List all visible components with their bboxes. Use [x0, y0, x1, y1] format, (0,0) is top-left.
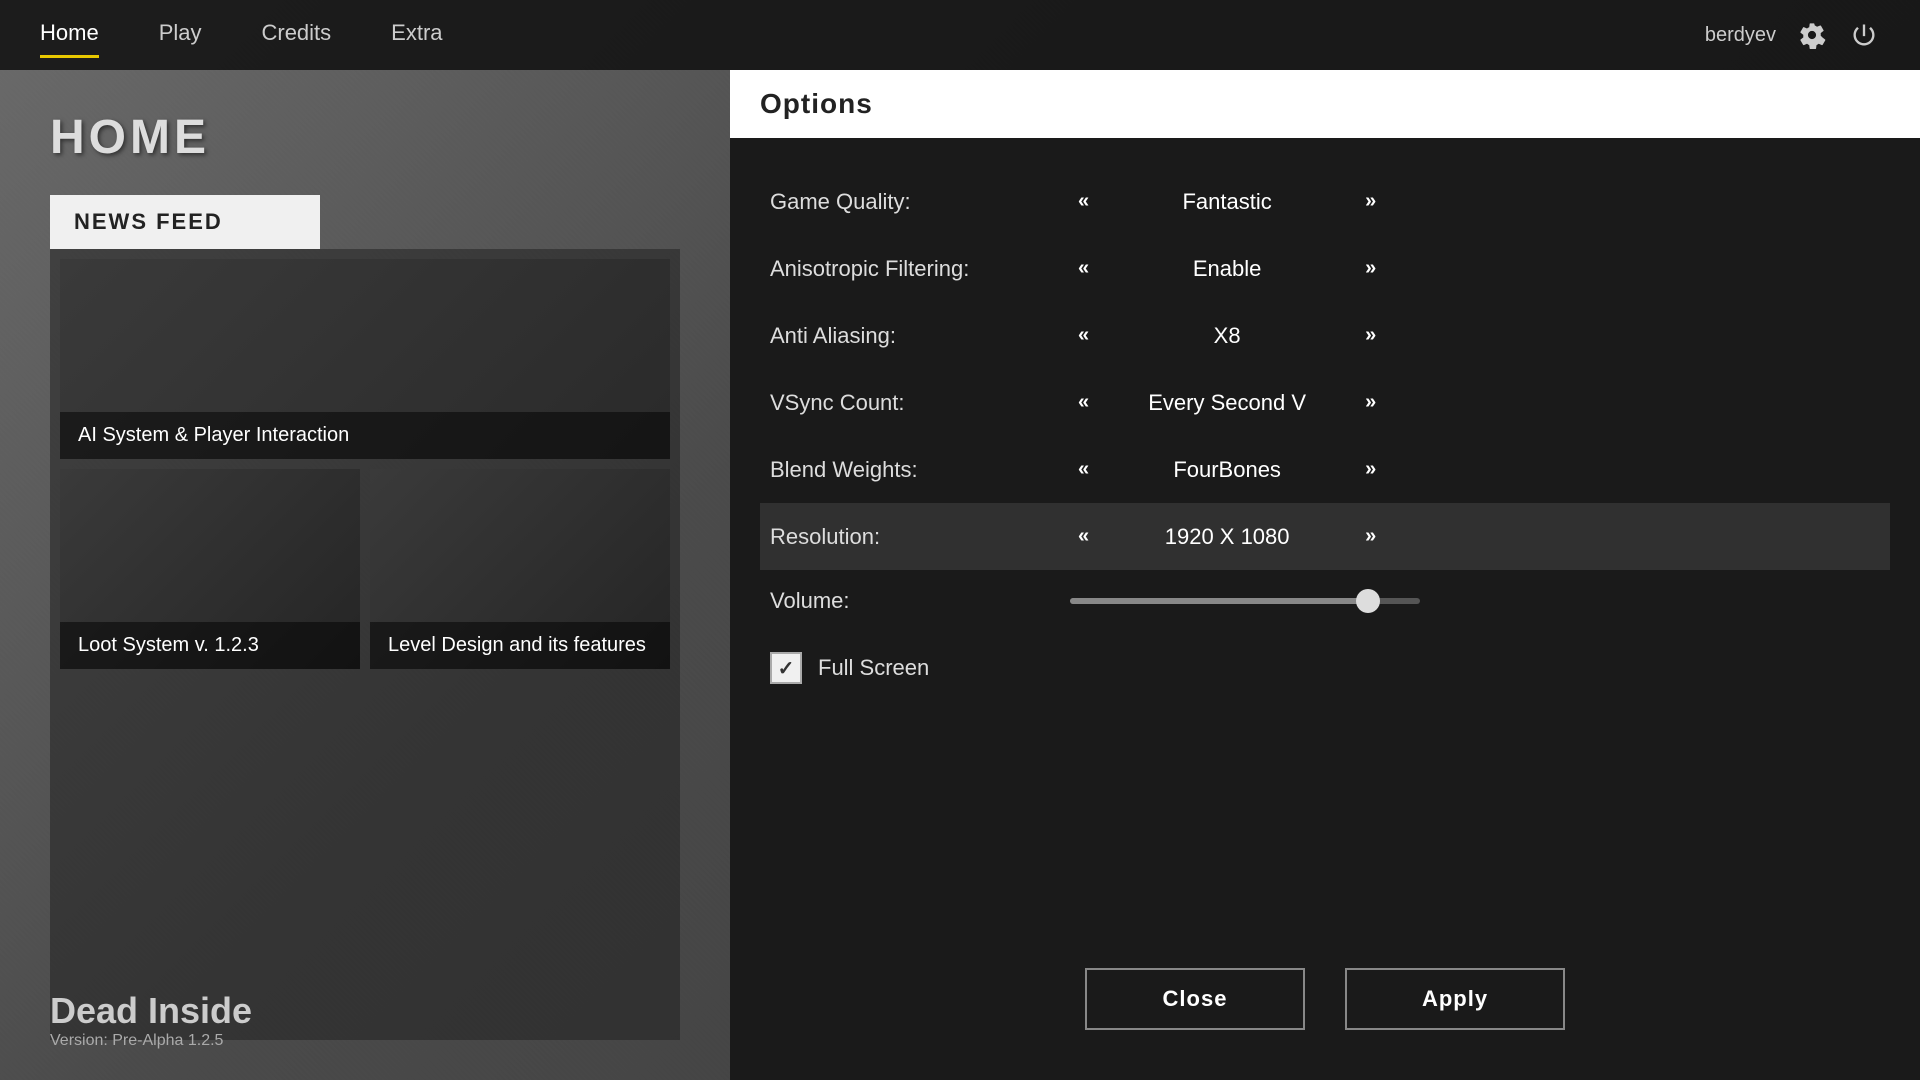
arrow-left-game-quality[interactable]: «: [1070, 186, 1097, 217]
fullscreen-row: ✓ Full Screen: [770, 632, 1880, 704]
option-control-vsync: « Every Second V »: [1070, 387, 1880, 418]
option-label-resolution: Resolution:: [770, 524, 1070, 550]
game-version: Version: Pre-Alpha 1.2.5: [50, 1032, 252, 1050]
arrow-left-vsync[interactable]: «: [1070, 387, 1097, 418]
news-items-row: Loot System v. 1.2.3 Level Design and it…: [60, 469, 670, 669]
option-control-game-quality: « Fantastic »: [1070, 186, 1880, 217]
option-value-anisotropic: Enable: [1127, 256, 1327, 282]
option-value-blend-weights: FourBones: [1127, 457, 1327, 483]
option-label-anti-aliasing: Anti Aliasing:: [770, 323, 1070, 349]
options-footer: Close Apply: [730, 938, 1920, 1080]
option-label-blend-weights: Blend Weights:: [770, 457, 1070, 483]
option-label-anisotropic: Anisotropic Filtering:: [770, 256, 1070, 282]
nav-item-extra[interactable]: Extra: [391, 20, 442, 50]
option-row-vsync: VSync Count: « Every Second V »: [770, 369, 1880, 436]
fullscreen-checkbox[interactable]: ✓: [770, 652, 802, 684]
news-feed-header: NEWS FEED: [50, 195, 320, 249]
option-value-resolution: 1920 X 1080: [1127, 524, 1327, 550]
option-control-resolution: « 1920 X 1080 »: [1070, 521, 1880, 552]
fullscreen-label: Full Screen: [818, 655, 929, 681]
option-row-game-quality: Game Quality: « Fantastic »: [770, 168, 1880, 235]
close-button[interactable]: Close: [1085, 968, 1305, 1030]
options-panel: Options Game Quality: « Fantastic » Anis…: [730, 70, 1920, 1080]
news-item-level-design[interactable]: Level Design and its features: [370, 469, 670, 669]
navbar: Home Play Credits Extra berdyev: [0, 0, 1920, 70]
arrow-left-resolution[interactable]: «: [1070, 521, 1097, 552]
nav-item-home[interactable]: Home: [40, 20, 99, 50]
apply-button[interactable]: Apply: [1345, 968, 1565, 1030]
option-value-anti-aliasing: X8: [1127, 323, 1327, 349]
option-control-blend-weights: « FourBones »: [1070, 454, 1880, 485]
nav-item-play[interactable]: Play: [159, 20, 202, 50]
volume-slider-container: [1070, 598, 1880, 604]
home-title: HOME: [50, 110, 680, 165]
left-panel: HOME NEWS FEED AI System & Player Intera…: [0, 70, 730, 1080]
arrow-right-resolution[interactable]: »: [1357, 521, 1384, 552]
options-body: Game Quality: « Fantastic » Anisotropic …: [730, 138, 1920, 938]
option-control-anisotropic: « Enable »: [1070, 253, 1880, 284]
option-label-game-quality: Game Quality:: [770, 189, 1070, 215]
game-title: Dead Inside: [50, 990, 252, 1032]
option-value-game-quality: Fantastic: [1127, 189, 1327, 215]
arrow-left-blend-weights[interactable]: «: [1070, 454, 1097, 485]
news-title-loot: Loot System v. 1.2.3: [60, 622, 360, 669]
power-icon[interactable]: [1848, 19, 1880, 51]
news-title-level: Level Design and its features: [370, 622, 670, 669]
news-title-ai: AI System & Player Interaction: [60, 412, 670, 459]
nav-right: berdyev: [1705, 19, 1880, 51]
arrow-right-blend-weights[interactable]: »: [1357, 454, 1384, 485]
gear-icon[interactable]: [1796, 19, 1828, 51]
volume-thumb[interactable]: [1356, 589, 1380, 613]
option-row-anti-aliasing: Anti Aliasing: « X8 »: [770, 302, 1880, 369]
checkbox-check-icon: ✓: [778, 656, 795, 681]
option-row-blend-weights: Blend Weights: « FourBones »: [770, 436, 1880, 503]
arrow-right-anti-aliasing[interactable]: »: [1357, 320, 1384, 351]
nav-links: Home Play Credits Extra: [40, 20, 1705, 50]
nav-item-credits[interactable]: Credits: [261, 20, 331, 50]
news-feed-container: AI System & Player Interaction Loot Syst…: [50, 249, 680, 1040]
news-item-ai-system[interactable]: AI System & Player Interaction: [60, 259, 670, 459]
volume-track[interactable]: [1070, 598, 1420, 604]
bottom-info: Dead Inside Version: Pre-Alpha 1.2.5: [50, 990, 252, 1050]
option-row-resolution: Resolution: « 1920 X 1080 »: [760, 503, 1890, 570]
volume-row: Volume:: [770, 570, 1880, 632]
arrow-right-vsync[interactable]: »: [1357, 387, 1384, 418]
option-label-vsync: VSync Count:: [770, 390, 1070, 416]
option-row-anisotropic: Anisotropic Filtering: « Enable »: [770, 235, 1880, 302]
options-title: Options: [760, 88, 873, 120]
news-item-loot[interactable]: Loot System v. 1.2.3: [60, 469, 360, 669]
option-value-vsync: Every Second V: [1127, 390, 1327, 416]
volume-fill: [1070, 598, 1368, 604]
arrow-right-anisotropic[interactable]: »: [1357, 253, 1384, 284]
option-control-anti-aliasing: « X8 »: [1070, 320, 1880, 351]
arrow-left-anisotropic[interactable]: «: [1070, 253, 1097, 284]
nav-username: berdyev: [1705, 24, 1776, 47]
options-header: Options: [730, 70, 1920, 138]
volume-label: Volume:: [770, 588, 1070, 614]
arrow-right-game-quality[interactable]: »: [1357, 186, 1384, 217]
main-content: HOME NEWS FEED AI System & Player Intera…: [0, 70, 1920, 1080]
arrow-left-anti-aliasing[interactable]: «: [1070, 320, 1097, 351]
